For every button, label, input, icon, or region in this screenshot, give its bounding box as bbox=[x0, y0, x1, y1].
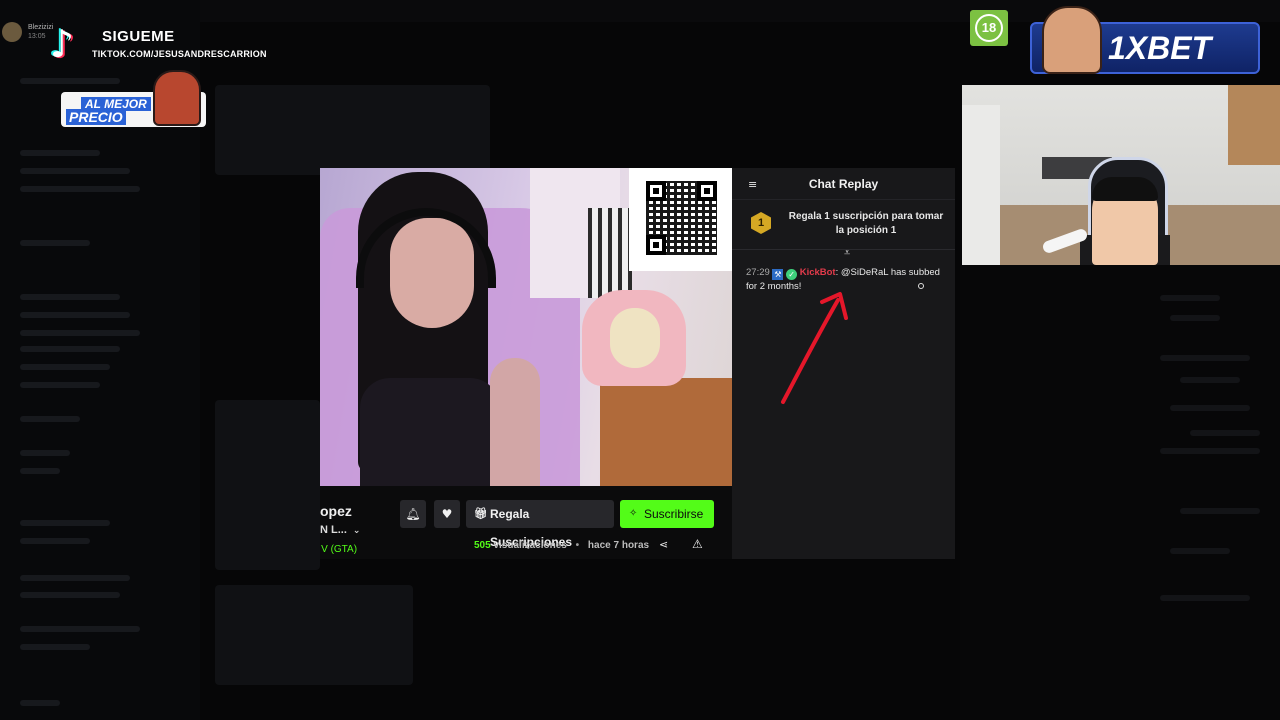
gift-subscriptions-button[interactable]: 🎁︎ Regala Suscripciones bbox=[466, 500, 614, 549]
views-count: 505 bbox=[474, 540, 491, 551]
notification-bell-button[interactable]: 🔔︎ bbox=[400, 500, 426, 528]
background-thumbnail bbox=[215, 85, 490, 175]
sponsor-logo: 1XBET bbox=[1108, 30, 1212, 66]
tiktok-logo-icon: ♪ bbox=[49, 22, 75, 66]
avatar bbox=[2, 22, 22, 42]
qr-code bbox=[629, 168, 732, 271]
pinned-toggle-icon[interactable]: ⩡ bbox=[844, 246, 850, 260]
video-stats: 505 visualizaciones • hace 7 horas bbox=[474, 540, 649, 551]
sponsor-banner: 1XBET bbox=[1030, 6, 1260, 74]
cursor-indicator bbox=[918, 283, 924, 289]
price-promo-badge: AL MEJOR PRECIO bbox=[61, 70, 206, 127]
channel-name[interactable]: opez bbox=[320, 503, 352, 519]
collapse-menu-icon[interactable]: ≡ bbox=[748, 178, 757, 191]
mascot-icon bbox=[1042, 6, 1102, 74]
heart-icon: ♥ bbox=[441, 507, 453, 521]
gift-leaderboard-text: Regala 1 suscripción para tomar la posic… bbox=[788, 211, 944, 236]
gift-icon: 🎁︎ bbox=[474, 507, 488, 520]
sparkle-icon: ✧ bbox=[629, 508, 638, 519]
background-thumbnail bbox=[215, 400, 320, 570]
report-warning-icon[interactable]: ⚠ bbox=[692, 537, 703, 551]
chat-message: 27:29 ⚒ ✓ KickBot: @SiDeRaL has subbed f… bbox=[746, 266, 951, 294]
follow-heart-button[interactable]: ♥ bbox=[434, 500, 460, 528]
background-chat-panel bbox=[960, 265, 1280, 720]
views-label: visualizaciones bbox=[493, 540, 567, 551]
age-18-icon: 18 bbox=[975, 14, 1003, 42]
message-username[interactable]: KickBot bbox=[800, 267, 836, 278]
gift-leaderboard[interactable]: 1 Regala 1 suscripción para tomar la pos… bbox=[732, 202, 955, 250]
message-time: 27:29 bbox=[746, 267, 770, 278]
bell-icon: 🔔︎ bbox=[405, 507, 421, 521]
background-thumbnail bbox=[215, 585, 413, 685]
cartoon-character-icon bbox=[153, 70, 201, 126]
share-icon[interactable]: ⋖ bbox=[659, 538, 668, 551]
channel-info-bar: opez N L... ⌄ to V (GTA) 🔔︎ ♥ 🎁︎ Regala S… bbox=[320, 486, 732, 559]
subscribe-button[interactable]: ✧ Suscribirse bbox=[620, 500, 714, 528]
separator-dot: • bbox=[575, 540, 580, 551]
rank-badge-icon: 1 bbox=[751, 212, 771, 234]
chat-replay-panel: Chat Replay ≡ 1 Regala 1 suscripción par… bbox=[732, 168, 955, 559]
chat-header: Chat Replay ≡ bbox=[732, 168, 955, 200]
category-link[interactable]: to V (GTA) bbox=[320, 544, 357, 555]
video-player[interactable] bbox=[320, 168, 732, 486]
screen: Blezizizi 13:05 ♪ SIGUEME TIKTOK.COM/JES… bbox=[0, 0, 1280, 720]
verified-badge-icon: ✓ bbox=[786, 269, 798, 280]
stream-title-text: N L... bbox=[320, 524, 347, 536]
chevron-down-icon[interactable]: ⌄ bbox=[353, 526, 361, 536]
age-restriction-badge: 18 bbox=[970, 10, 1008, 46]
vod-card: opez N L... ⌄ to V (GTA) 🔔︎ ♥ 🎁︎ Regala S… bbox=[320, 168, 955, 559]
tiktok-handle: TIKTOK.COM/JESUSANDRESCARRION bbox=[92, 49, 267, 59]
tiktok-title: SIGUEME bbox=[102, 28, 175, 45]
moderator-badge-icon: ⚒ bbox=[772, 269, 784, 280]
chat-title: Chat Replay bbox=[808, 177, 879, 191]
time-ago: hace 7 horas bbox=[587, 540, 650, 551]
tiktok-promo: ♪ SIGUEME TIKTOK.COM/JESUSANDRESCARRION bbox=[40, 22, 267, 66]
subscribe-label: Suscribirse bbox=[644, 507, 704, 521]
webcam-feed bbox=[962, 85, 1280, 265]
promo-line-2: PRECIO bbox=[66, 109, 126, 125]
stream-title[interactable]: N L... ⌄ bbox=[320, 524, 360, 536]
